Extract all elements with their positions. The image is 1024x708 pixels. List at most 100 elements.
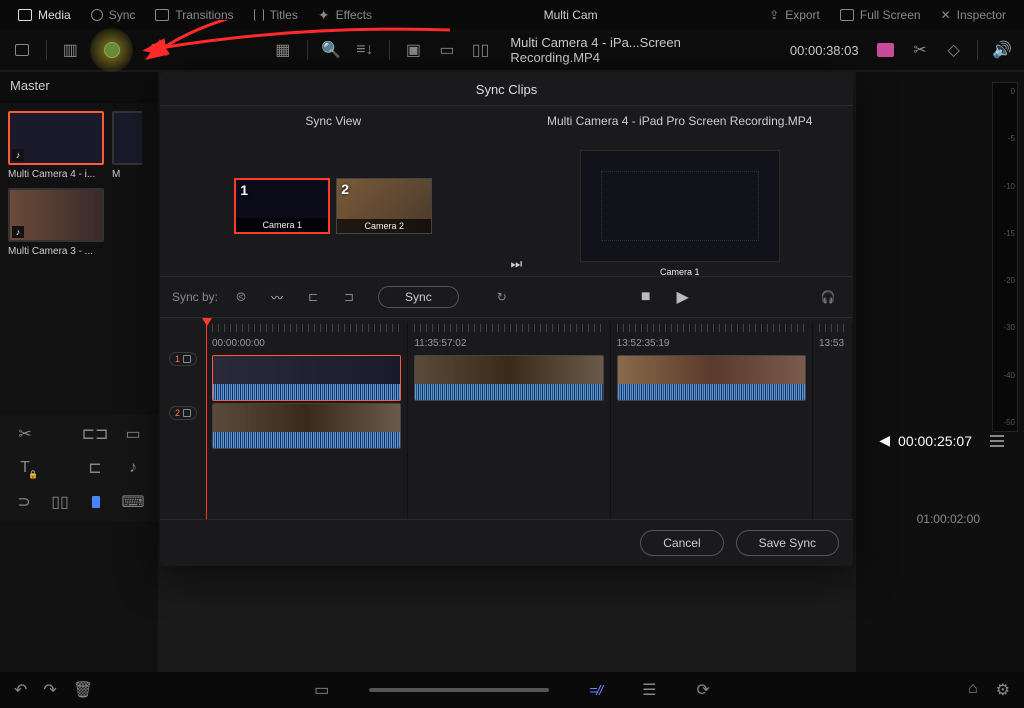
menu-inspector-label: Inspector	[957, 8, 1006, 22]
camera-label: Camera 1	[236, 218, 328, 232]
in-point-sync-icon[interactable]: ⊏	[300, 286, 326, 308]
grid-icon[interactable]: ▦	[269, 38, 297, 62]
search-icon[interactable]: 🔍	[318, 38, 346, 62]
track-lane[interactable]: 13:53	[813, 322, 853, 519]
music-icon[interactable]: ♪	[122, 459, 144, 477]
tool-icon-1[interactable]: ❖	[139, 38, 167, 62]
page-fairlight-icon[interactable]: ☰	[642, 680, 656, 700]
scissors-icon[interactable]: ✂	[14, 425, 36, 443]
trash-icon[interactable]: 🗑	[73, 680, 93, 700]
image-icon[interactable]: ▣	[400, 38, 428, 62]
marker-tool-icon[interactable]	[86, 493, 106, 511]
fullscreen-icon	[840, 9, 854, 21]
prev-frame-icon[interactable]: ◀	[879, 432, 890, 449]
menu-fullscreen[interactable]: Full Screen	[830, 8, 931, 22]
magnet-icon[interactable]: ⊃	[14, 493, 34, 511]
audio-badge-icon: ♪	[12, 149, 24, 161]
thumb-label: M	[112, 169, 142, 180]
top-menu-bar: Media Sync Transitions Titles ✦Effects M…	[0, 0, 1024, 30]
sync-icon	[91, 9, 103, 21]
gear-icon[interactable]: ⚙	[996, 680, 1010, 700]
lock-icon[interactable]: T🔒	[14, 459, 36, 477]
sync-bin-button[interactable]	[90, 28, 133, 72]
undo-icon[interactable]: ↶	[14, 680, 27, 700]
frame-icon[interactable]: ▭	[433, 38, 461, 62]
waveform-sync-icon[interactable]: 〰	[264, 286, 290, 308]
track-lane[interactable]: 11:35:57:02	[408, 322, 610, 519]
out-point-sync-icon[interactable]: ⊐	[336, 286, 362, 308]
split-icon[interactable]: ▯▯	[467, 38, 495, 62]
cancel-button[interactable]: Cancel	[640, 530, 723, 556]
video-clip[interactable]	[414, 355, 603, 401]
menu-titles[interactable]: Titles	[244, 8, 308, 22]
camera-icon[interactable]	[877, 43, 895, 57]
time-ruler[interactable]	[414, 324, 603, 332]
overwrite-icon[interactable]: ▭	[122, 425, 144, 443]
link-icon[interactable]: ▯▯	[50, 493, 70, 511]
speaker-icon[interactable]: 🔊	[988, 38, 1016, 62]
home-icon[interactable]: ⌂	[968, 680, 978, 700]
page-edit-icon[interactable]: =//	[589, 682, 602, 698]
track-chip-2[interactable]: 2	[169, 406, 197, 420]
media-thumb[interactable]: ♪ Multi Camera 4 - i...	[8, 111, 104, 180]
skip-next-icon[interactable]: ⏭	[511, 256, 523, 272]
save-sync-button[interactable]: Save Sync	[736, 530, 839, 556]
timecode-sync-icon[interactable]: ⧀	[228, 286, 254, 308]
stop-button[interactable]: ■	[641, 288, 651, 306]
time-ruler[interactable]	[212, 324, 401, 332]
media-thumb[interactable]: M	[112, 111, 142, 180]
headphones-icon[interactable]: 🎧	[815, 286, 841, 308]
menu-icon[interactable]	[990, 435, 1004, 447]
panel-title: Sync Clips	[160, 72, 853, 105]
loop-icon[interactable]: ↻	[489, 286, 515, 308]
menu-effects[interactable]: ✦Effects	[308, 7, 382, 24]
sync-button[interactable]: Sync	[378, 286, 459, 308]
menu-fullscreen-label: Full Screen	[860, 8, 921, 22]
master-label[interactable]: Master	[0, 72, 158, 103]
play-button[interactable]: ▶	[677, 287, 689, 307]
time-ruler[interactable]	[617, 324, 806, 332]
track-lane[interactable]: 13:52:35:19	[611, 322, 813, 519]
sync-controls-bar: Sync by: ⧀ 〰 ⊏ ⊐ Sync ↻ ■ ▶ 🎧	[160, 276, 853, 318]
tool-row: ✂ ⊏⊐ ▭	[8, 423, 150, 445]
layout-icon[interactable]	[8, 38, 36, 62]
redo-icon[interactable]: ↷	[43, 680, 56, 700]
video-clip[interactable]	[212, 355, 401, 401]
preview-header: Multi Camera 4 - iPad Pro Screen Recordi…	[507, 106, 854, 136]
time-ruler[interactable]	[819, 324, 846, 332]
camera-number: 1	[240, 182, 248, 198]
export-icon: ⇪	[769, 8, 779, 22]
crop-icon[interactable]: ✂	[906, 38, 934, 62]
camera-angle-2[interactable]: 2 Camera 2	[336, 178, 432, 234]
track-lane[interactable]: 00:00:00:00	[206, 322, 408, 519]
marker-icon[interactable]: ◇	[940, 38, 968, 62]
menu-media[interactable]: Media	[8, 8, 81, 22]
replace-icon[interactable]: ⊏	[84, 459, 106, 477]
menu-inspector[interactable]: ✕Inspector	[931, 8, 1016, 22]
menu-export[interactable]: ⇪Export	[759, 8, 830, 22]
sort-icon[interactable]: ≡↓	[351, 38, 379, 62]
sync-view-header: Sync View	[160, 106, 507, 136]
camera-angle-1[interactable]: 1 Camera 1	[234, 178, 330, 234]
track-labels: 1 2	[160, 322, 206, 519]
preview-viewer[interactable]: Camera 1	[580, 150, 780, 262]
menu-effects-label: Effects	[336, 8, 372, 22]
thumb-label: Multi Camera 3 - ...	[8, 246, 104, 257]
lane-timecode: 00:00:00:00	[212, 338, 401, 349]
transitions-icon	[155, 9, 169, 21]
tool-row: T🔒 ⊏ ♪	[8, 457, 150, 479]
video-clip[interactable]	[212, 403, 401, 449]
lane-timecode: 11:35:57:02	[414, 338, 603, 349]
bin-icon[interactable]: ▥	[57, 38, 85, 62]
keyboard-icon[interactable]: ⌨	[122, 493, 144, 511]
insert-icon[interactable]: ⊏⊐	[84, 425, 106, 443]
track-chip-1[interactable]: 1	[169, 352, 197, 366]
media-thumb[interactable]: ♪ Multi Camera 3 - ...	[8, 188, 104, 257]
ruler-timecode: 01:00:02:00	[917, 512, 980, 526]
scrubber[interactable]	[369, 688, 549, 692]
page-cut-icon[interactable]: ▭	[314, 680, 329, 700]
menu-transitions[interactable]: Transitions	[145, 8, 243, 22]
menu-sync[interactable]: Sync	[81, 8, 146, 22]
video-clip[interactable]	[617, 355, 806, 401]
page-loading-icon[interactable]: ⟳	[697, 680, 710, 700]
